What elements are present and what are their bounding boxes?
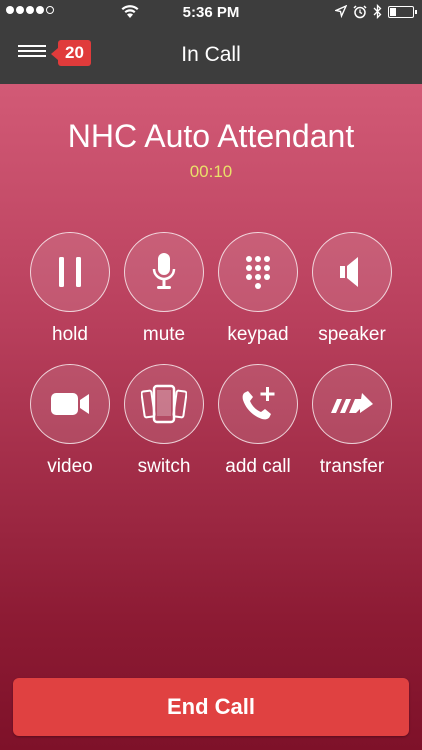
call-screen: NHC Auto Attendant 00:10 hold mute keypa…: [0, 84, 422, 750]
keypad-button[interactable]: keypad: [213, 232, 303, 346]
alarm-icon: [353, 4, 367, 18]
caller-name: NHC Auto Attendant: [67, 118, 355, 154]
microphone-icon: [152, 253, 176, 289]
transfer-label: transfer: [319, 456, 385, 477]
mute-circle[interactable]: [124, 232, 204, 312]
video-button[interactable]: video: [25, 364, 115, 478]
mute-button[interactable]: mute: [119, 232, 209, 346]
hold-circle[interactable]: [30, 232, 110, 312]
location-arrow-icon: [335, 5, 347, 18]
speaker-label: speaker: [318, 324, 386, 345]
page-title: In Call: [181, 43, 241, 66]
switch-button[interactable]: switch: [119, 364, 209, 478]
transfer-icon: [331, 393, 373, 413]
speaker-circle[interactable]: [312, 232, 392, 312]
switch-label: switch: [137, 456, 191, 477]
hold-label: hold: [52, 324, 88, 345]
add-call-label: add call: [225, 456, 291, 477]
speaker-button[interactable]: speaker: [307, 232, 397, 346]
mute-label: mute: [142, 324, 186, 345]
nav-bar: 20 In Call: [0, 26, 422, 84]
transfer-button[interactable]: transfer: [307, 364, 397, 478]
keypad-icon: [246, 256, 270, 289]
switch-devices-icon: [141, 384, 187, 424]
transfer-circle[interactable]: [312, 364, 392, 444]
keypad-circle[interactable]: [218, 232, 298, 312]
add-call-button[interactable]: add call: [213, 364, 303, 478]
bluetooth-icon: [373, 4, 382, 19]
add-call-circle[interactable]: [218, 364, 298, 444]
call-timer: 00:10: [189, 162, 233, 181]
battery-fill: [390, 7, 397, 16]
pause-icon: [59, 257, 81, 287]
video-circle[interactable]: [30, 364, 110, 444]
battery-icon: [388, 5, 417, 18]
switch-circle[interactable]: [124, 364, 204, 444]
add-call-icon: [242, 387, 275, 420]
video-camera-icon: [51, 393, 89, 415]
video-label: video: [47, 456, 93, 477]
status-bar: 5:36 PM: [0, 0, 422, 26]
hold-button[interactable]: hold: [25, 232, 115, 346]
end-call-button[interactable]: End Call: [13, 678, 409, 736]
speaker-icon: [340, 257, 358, 287]
keypad-label: keypad: [227, 324, 289, 345]
